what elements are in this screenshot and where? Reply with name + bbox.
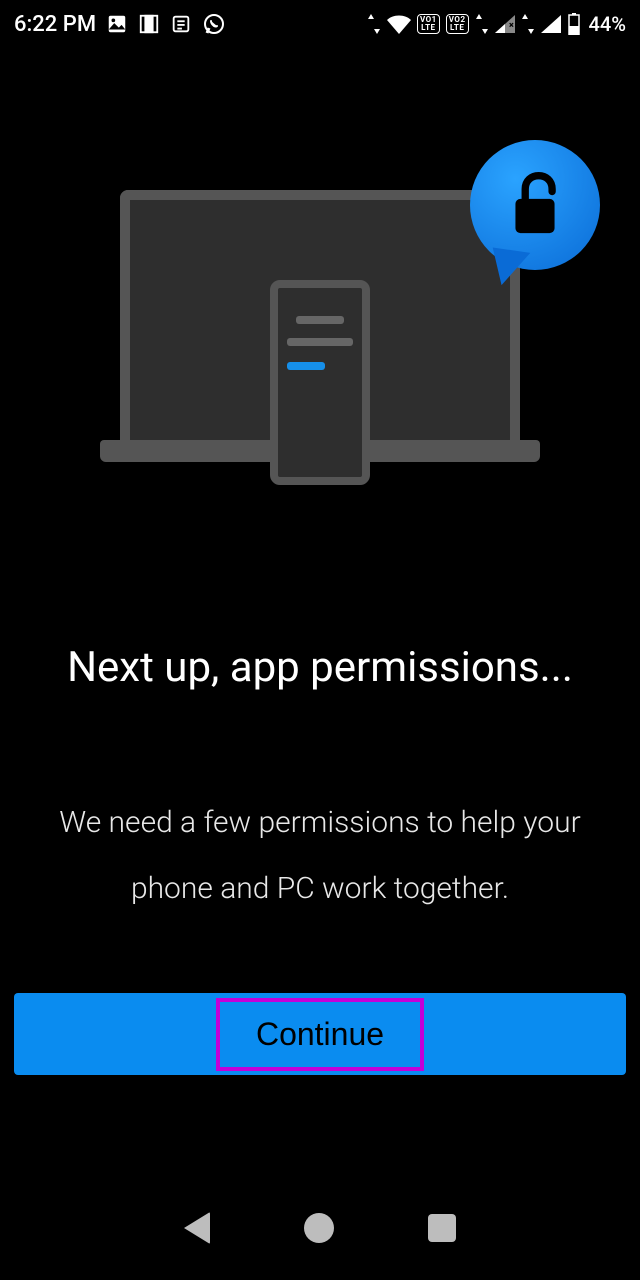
permissions-illustration xyxy=(100,190,540,500)
phone-graphic xyxy=(270,280,370,485)
news-icon xyxy=(170,13,192,35)
panel-icon xyxy=(138,13,160,35)
back-button[interactable] xyxy=(184,1212,210,1244)
continue-highlight: Continue xyxy=(216,998,424,1071)
android-navbar xyxy=(0,1198,640,1258)
signal2-icon xyxy=(541,15,561,33)
volte2-icon: VO2 LTE xyxy=(446,14,469,34)
photos-icon xyxy=(106,13,128,35)
signal1-icon: × xyxy=(495,15,515,33)
battery-icon xyxy=(567,13,581,35)
status-bar: 6:22 PM VO1 LTE VO2 LTE × 44% xyxy=(0,0,640,48)
page-subtitle: We need a few permissions to help your p… xyxy=(0,790,640,922)
continue-label: Continue xyxy=(256,1016,384,1052)
data-arrows3-icon xyxy=(521,14,535,34)
whatsapp-icon xyxy=(202,12,226,36)
battery-percent: 44% xyxy=(589,12,626,36)
continue-button[interactable]: Continue xyxy=(14,993,626,1075)
recents-button[interactable] xyxy=(428,1214,456,1242)
data-arrows-icon xyxy=(367,14,381,34)
data-arrows2-icon xyxy=(475,14,489,34)
page-title: Next up, app permissions... xyxy=(0,640,640,697)
wifi-icon xyxy=(387,14,411,34)
lock-open-icon xyxy=(505,172,565,238)
status-left: 6:22 PM xyxy=(14,12,226,37)
speech-bubble xyxy=(470,140,610,280)
svg-text:×: × xyxy=(509,21,514,31)
volte1-icon: VO1 LTE xyxy=(417,14,440,34)
clock: 6:22 PM xyxy=(14,12,96,37)
status-right: VO1 LTE VO2 LTE × 44% xyxy=(367,12,626,36)
home-button[interactable] xyxy=(304,1213,334,1243)
